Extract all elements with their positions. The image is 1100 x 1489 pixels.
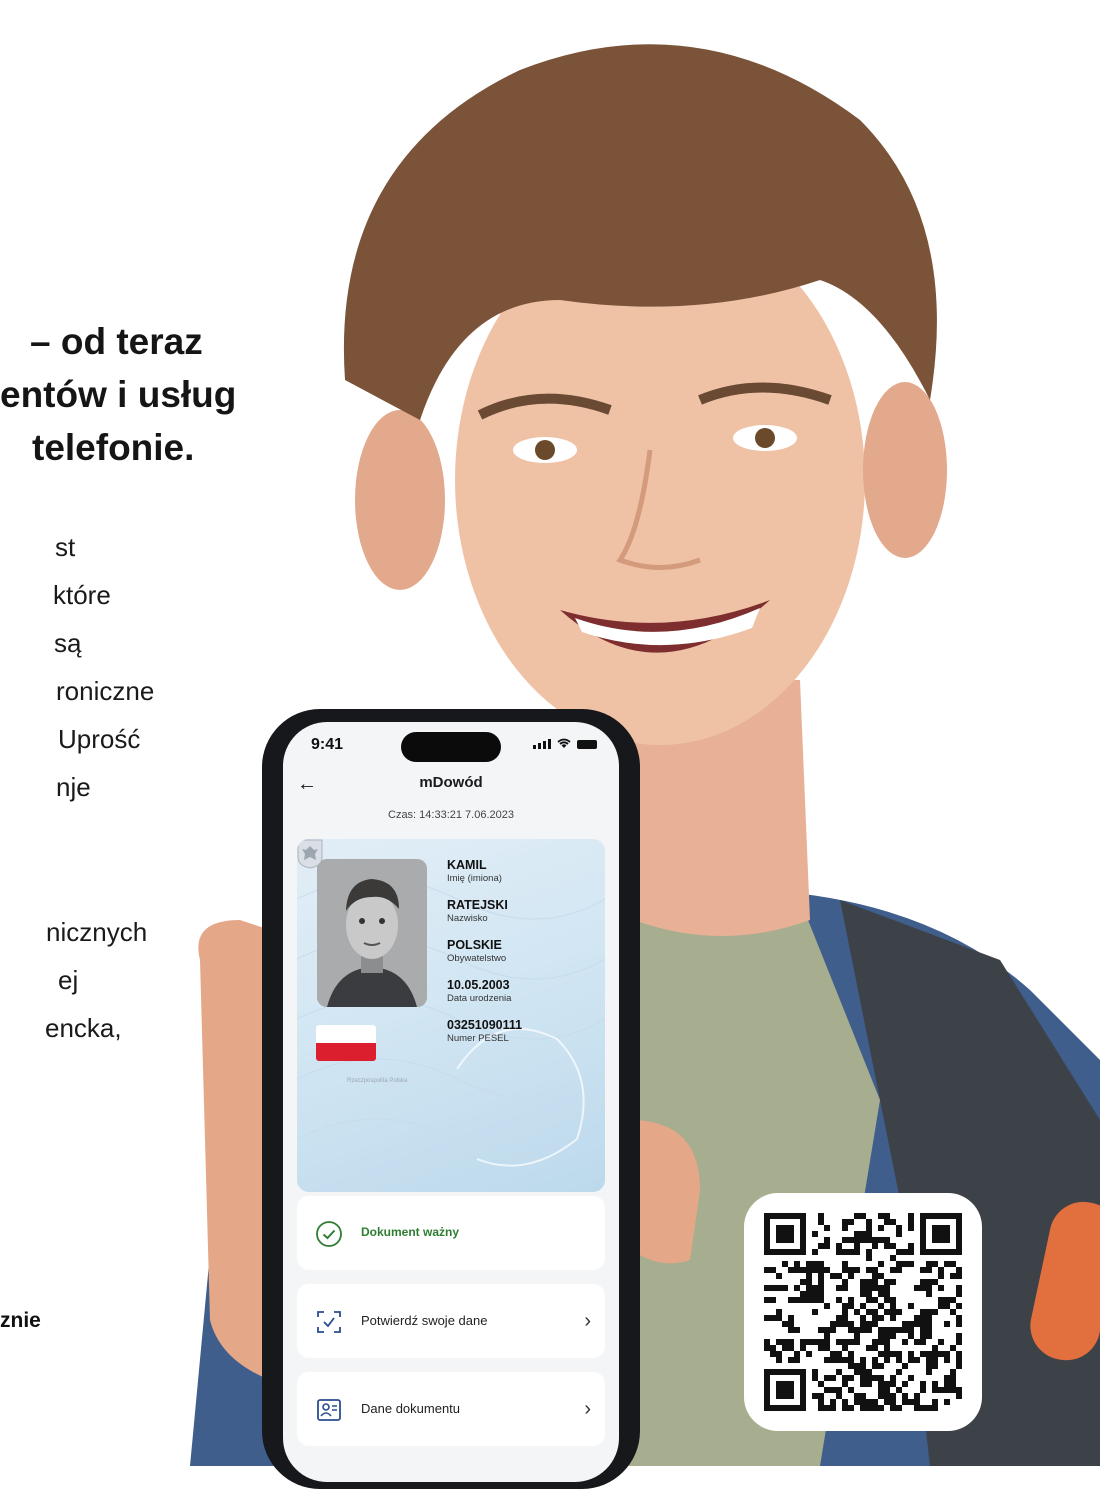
headline-line-1: – od teraz: [30, 321, 203, 362]
issuer-text: Rzeczpospolita Polska: [347, 1078, 408, 1084]
field-value: KAMIL: [447, 858, 487, 872]
id-card-icon: [317, 1399, 341, 1421]
document-data-label: Dane dokumentu: [361, 1401, 461, 1416]
body-line: które: [53, 580, 111, 610]
right-ear: [863, 382, 947, 558]
body-line: encka,: [45, 1013, 122, 1043]
battery-icon: [577, 740, 597, 749]
headline: – od teraz entów i usług telefonie.: [0, 315, 300, 474]
field-value: 10.05.2003: [447, 978, 510, 992]
field-pesel: 03251090111 Numer PESEL: [447, 1018, 597, 1045]
body-paragraph-1: st które są roniczne Uprość nje: [0, 523, 155, 811]
polish-flag: [316, 1025, 376, 1061]
body-line: roniczne: [56, 676, 155, 706]
field-label: Obywatelstwo: [447, 953, 507, 964]
body-line: są: [54, 628, 82, 658]
field-label: Numer PESEL: [447, 1033, 509, 1044]
status-label: Dokument ważny: [361, 1225, 460, 1239]
scan-check-icon: [317, 1311, 341, 1333]
body-paragraph-2: nicznych ej encka,: [0, 908, 148, 1052]
document-data-button[interactable]: Dane dokumentu ›: [297, 1372, 605, 1446]
body-line: nicznych: [46, 917, 148, 947]
body-line: nje: [56, 772, 91, 802]
chevron-right-icon: ›: [584, 1310, 591, 1332]
document-valid-status: Dokument ważny: [297, 1196, 605, 1270]
qr-code[interactable]: [744, 1193, 982, 1431]
body-line: ej: [58, 965, 79, 995]
eagle-emblem-icon: [297, 839, 323, 869]
wifi-icon: [557, 738, 571, 748]
app-title: mDowód: [419, 774, 483, 791]
footnote-text: znie: [0, 1309, 41, 1332]
confirm-data-button[interactable]: Potwierdź swoje dane ›: [297, 1284, 605, 1358]
timestamp: Czas: 14:33:21 7.06.2023: [388, 809, 514, 821]
signal-icon: [533, 739, 551, 749]
confirm-data-label: Potwierdź swoje dane: [361, 1313, 488, 1328]
field-value: RATEJSKI: [447, 898, 508, 912]
dynamic-island: [401, 732, 501, 762]
status-time: 9:41: [311, 736, 344, 753]
phone-screen: 9:41 ← mDowód Czas: 14:33:21 7.06.2023 R…: [283, 722, 619, 1482]
chevron-right-icon: ›: [584, 1398, 591, 1420]
status-icons: [533, 738, 597, 749]
headline-line-2: entów i usług: [0, 374, 237, 415]
headline-line-3: telefonie.: [32, 427, 195, 468]
field-value: 03251090111: [447, 1018, 523, 1032]
field-value: POLSKIE: [447, 938, 502, 952]
body-line: st: [55, 532, 76, 562]
field-birth-date: 10.05.2003 Data urodzenia: [447, 978, 597, 1005]
id-photo: [317, 859, 427, 1007]
field-label: Nazwisko: [447, 913, 488, 924]
field-citizenship: POLSKIE Obywatelstwo: [447, 938, 597, 965]
left-ear: [355, 410, 445, 590]
id-card: Rzeczpospolita Polska KAMIL Imię (imiona…: [297, 839, 605, 1192]
field-label: Data urodzenia: [447, 993, 512, 1004]
id-fields: KAMIL Imię (imiona) RATEJSKI Nazwisko PO…: [447, 858, 597, 1058]
field-first-name: KAMIL Imię (imiona): [447, 858, 597, 885]
check-circle-icon: [316, 1221, 342, 1247]
field-surname: RATEJSKI Nazwisko: [447, 898, 597, 925]
qr-code-pattern: [764, 1213, 962, 1411]
body-line: Uprość: [58, 724, 141, 754]
field-label: Imię (imiona): [447, 873, 502, 884]
